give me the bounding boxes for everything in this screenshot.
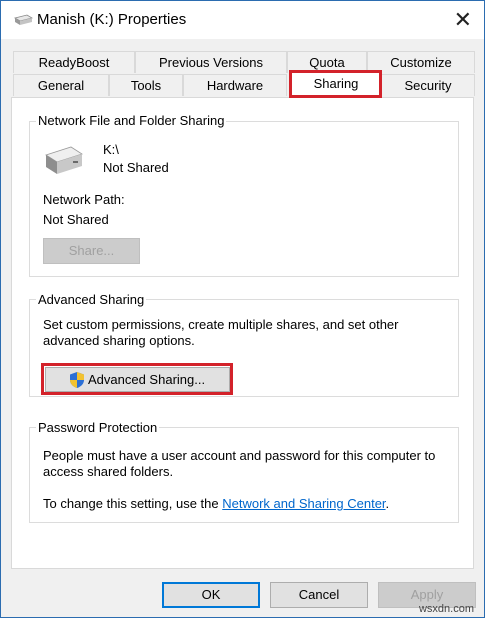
password-protection-line-2: access shared folders.	[43, 464, 174, 479]
drive-icon	[13, 14, 33, 25]
password-protection-title: Password Protection	[36, 420, 160, 435]
ok-button[interactable]: OK	[162, 582, 260, 608]
drive-letter: K:\	[103, 142, 119, 157]
watermark: wsxdn.com	[418, 603, 474, 615]
network-path-value: Not Shared	[43, 212, 109, 227]
cancel-button[interactable]: Cancel	[270, 582, 368, 608]
share-status: Not Shared	[103, 160, 169, 175]
network-sharing-center-link[interactable]: Network and Sharing Center	[222, 496, 385, 511]
password-protection-change-text: To change this setting, use the Network …	[43, 496, 389, 511]
advanced-sharing-desc-1: Set custom permissions, create multiple …	[43, 317, 399, 332]
tab-previous-versions[interactable]: Previous Versions	[135, 51, 287, 73]
tab-readyboost[interactable]: ReadyBoost	[13, 51, 135, 73]
advanced-sharing-desc-2: advanced sharing options.	[43, 333, 195, 348]
tab-general[interactable]: General	[13, 74, 109, 96]
sharing-tab-highlight	[289, 70, 382, 98]
tab-security[interactable]: Security	[381, 74, 475, 96]
advanced-sharing-highlight	[41, 363, 233, 395]
close-icon[interactable]: ✕	[454, 7, 472, 33]
change-prefix: To change this setting, use the	[43, 496, 223, 511]
title-bar: Manish (K:) Properties ✕	[1, 1, 484, 39]
tab-hardware[interactable]: Hardware	[183, 74, 287, 96]
tab-tools[interactable]: Tools	[109, 74, 183, 96]
tab-customize[interactable]: Customize	[367, 51, 475, 73]
change-suffix: .	[385, 496, 390, 511]
network-sharing-title: Network File and Folder Sharing	[36, 113, 227, 128]
share-button[interactable]: Share...	[43, 238, 140, 264]
properties-dialog: Manish (K:) Properties ✕ ReadyBoost Prev…	[0, 0, 485, 618]
advanced-sharing-title: Advanced Sharing	[36, 292, 147, 307]
window-title: Manish (K:) Properties	[37, 11, 187, 28]
hard-drive-icon	[45, 146, 83, 174]
network-path-label: Network Path:	[43, 192, 125, 207]
password-protection-line-1: People must have a user account and pass…	[43, 448, 436, 463]
